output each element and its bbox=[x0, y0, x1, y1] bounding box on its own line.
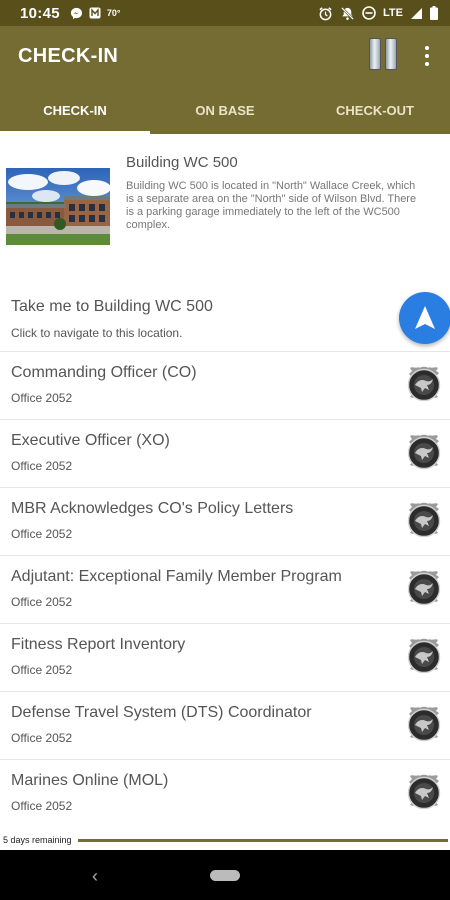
item-subtitle: Office 2052 bbox=[11, 663, 73, 677]
status-bar: 10:45 70° LTE bbox=[0, 0, 450, 26]
building-title: Building WC 500 bbox=[126, 154, 238, 171]
navigate-button[interactable] bbox=[399, 292, 450, 344]
building-photo bbox=[6, 168, 110, 245]
list-item[interactable]: Adjutant: Exceptional Family Member Prog… bbox=[0, 556, 450, 624]
more-vert-icon[interactable] bbox=[418, 44, 436, 68]
list-item[interactable]: MBR Acknowledges CO's Policy Letters Off… bbox=[0, 488, 450, 556]
app-bar: CHECK-IN bbox=[0, 26, 450, 86]
status-time: 10:45 bbox=[20, 4, 60, 22]
item-title: Commanding Officer (CO) bbox=[11, 364, 197, 381]
tab-check-out[interactable]: CHECK-OUT bbox=[300, 86, 450, 134]
trial-remaining-text: 5 days remaining bbox=[3, 835, 72, 845]
do-not-disturb-icon bbox=[362, 6, 376, 20]
item-subtitle: Office 2052 bbox=[11, 799, 73, 813]
item-title: Fitness Report Inventory bbox=[11, 636, 186, 653]
temperature-text: 70° bbox=[106, 8, 121, 18]
list-item[interactable]: Marines Online (MOL) Office 2052 bbox=[0, 760, 450, 824]
notifications-off-icon bbox=[341, 6, 354, 20]
item-subtitle: Office 2052 bbox=[11, 459, 73, 473]
tab-on-base[interactable]: ON BASE bbox=[150, 86, 300, 134]
navigate-subtitle: Click to navigate to this location. bbox=[11, 326, 183, 340]
checkin-list[interactable]: Building WC 500 Building WC 500 is locat… bbox=[0, 134, 450, 824]
usmc-seal-icon bbox=[407, 570, 441, 606]
captain-bars-icon[interactable] bbox=[365, 38, 401, 72]
building-card: Building WC 500 Building WC 500 is locat… bbox=[0, 134, 450, 284]
item-title: MBR Acknowledges CO's Policy Letters bbox=[11, 500, 294, 517]
list-item[interactable]: Fitness Report Inventory Office 2052 bbox=[0, 624, 450, 692]
item-title: Marines Online (MOL) bbox=[11, 772, 169, 789]
list-item[interactable]: Executive Officer (XO) Office 2052 bbox=[0, 420, 450, 488]
tab-bar: CHECK-IN ON BASE CHECK-OUT bbox=[0, 86, 450, 134]
page-title: CHECK-IN bbox=[18, 44, 119, 67]
signal-icon bbox=[411, 7, 422, 19]
network-type: LTE bbox=[383, 7, 403, 19]
battery-icon bbox=[430, 6, 438, 20]
usmc-seal-icon bbox=[407, 434, 441, 470]
notification-m-icon bbox=[89, 7, 101, 19]
navigation-arrow-icon bbox=[415, 306, 435, 329]
tab-check-in[interactable]: CHECK-IN bbox=[0, 86, 150, 134]
navigate-title: Take me to Building WC 500 bbox=[11, 298, 213, 315]
list-item[interactable]: Defense Travel System (DTS) Coordinator … bbox=[0, 692, 450, 760]
item-subtitle: Office 2052 bbox=[11, 527, 73, 541]
usmc-seal-icon bbox=[407, 366, 441, 402]
item-subtitle: Office 2052 bbox=[11, 595, 73, 609]
usmc-seal-icon bbox=[407, 502, 441, 538]
usmc-seal-icon bbox=[407, 774, 441, 810]
navigate-row[interactable]: Take me to Building WC 500 Click to navi… bbox=[0, 284, 450, 352]
trial-banner: 5 days remaining bbox=[0, 830, 450, 850]
building-description: Building WC 500 is located in "North" Wa… bbox=[126, 180, 417, 231]
item-title: Adjutant: Exceptional Family Member Prog… bbox=[11, 568, 342, 585]
item-title: Defense Travel System (DTS) Coordinator bbox=[11, 704, 312, 721]
home-pill-icon[interactable] bbox=[210, 870, 240, 881]
usmc-seal-icon bbox=[407, 706, 441, 742]
alarm-icon bbox=[319, 6, 332, 20]
messenger-icon bbox=[70, 7, 82, 19]
list-item[interactable]: Commanding Officer (CO) Office 2052 bbox=[0, 352, 450, 420]
item-title: Executive Officer (XO) bbox=[11, 432, 170, 449]
item-subtitle: Office 2052 bbox=[11, 391, 73, 405]
trial-progress-bar bbox=[77, 838, 448, 842]
system-nav-bar: ‹ bbox=[0, 850, 450, 900]
usmc-seal-icon bbox=[407, 638, 441, 674]
back-icon[interactable]: ‹ bbox=[92, 866, 98, 887]
item-subtitle: Office 2052 bbox=[11, 731, 73, 745]
